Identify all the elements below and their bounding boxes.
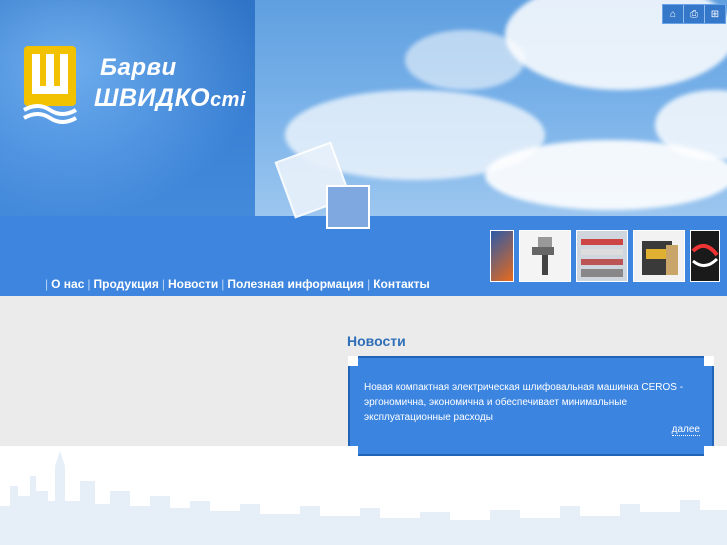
logo-word-2-main: ШВИДКО bbox=[94, 84, 211, 112]
product-thumbnails bbox=[490, 230, 720, 282]
logo-word-2: ШВИДКОсті bbox=[94, 84, 246, 113]
nav-item-useful-info[interactable]: Полезная информация bbox=[227, 277, 364, 291]
site-logo[interactable]: Барви ШВИДКОсті bbox=[22, 44, 246, 124]
nav-item-news[interactable]: Новости bbox=[168, 277, 218, 291]
news-title: Новости bbox=[347, 333, 406, 349]
news-corner bbox=[348, 356, 358, 366]
print-icon[interactable]: ⎙ bbox=[684, 5, 705, 23]
news-box: Новая компактная электрическая шлифоваль… bbox=[348, 356, 714, 456]
product-thumb[interactable] bbox=[576, 230, 628, 282]
news-text: Новая компактная электрическая шлифоваль… bbox=[364, 382, 684, 423]
nav-item-products[interactable]: Продукция bbox=[94, 277, 159, 291]
news-corner bbox=[704, 356, 714, 366]
news-more-link[interactable]: далее bbox=[671, 424, 700, 436]
logo-word-2-suffix: сті bbox=[210, 89, 247, 111]
product-thumb[interactable] bbox=[490, 230, 514, 282]
product-thumb[interactable] bbox=[633, 230, 685, 282]
product-thumb[interactable] bbox=[519, 230, 571, 282]
logo-word-1: Барви bbox=[100, 54, 177, 81]
nav-item-about[interactable]: О нас bbox=[51, 277, 84, 291]
main-navigation: | О нас | Продукция | Новости | Полезная… bbox=[45, 277, 430, 291]
nav-item-contacts[interactable]: Контакты bbox=[373, 277, 430, 291]
home-icon[interactable]: ⌂ bbox=[663, 5, 684, 23]
top-icon-bar: ⌂ ⎙ ⊞ bbox=[662, 4, 726, 24]
decor-square-small bbox=[326, 185, 370, 229]
product-thumb[interactable] bbox=[690, 230, 720, 282]
sitemap-icon[interactable]: ⊞ bbox=[705, 5, 725, 23]
city-skyline bbox=[0, 451, 727, 545]
header: Барви ШВИДКОсті ⌂ ⎙ ⊞ | О нас | Продукци… bbox=[0, 0, 727, 296]
logo-emblem-icon bbox=[23, 46, 77, 124]
